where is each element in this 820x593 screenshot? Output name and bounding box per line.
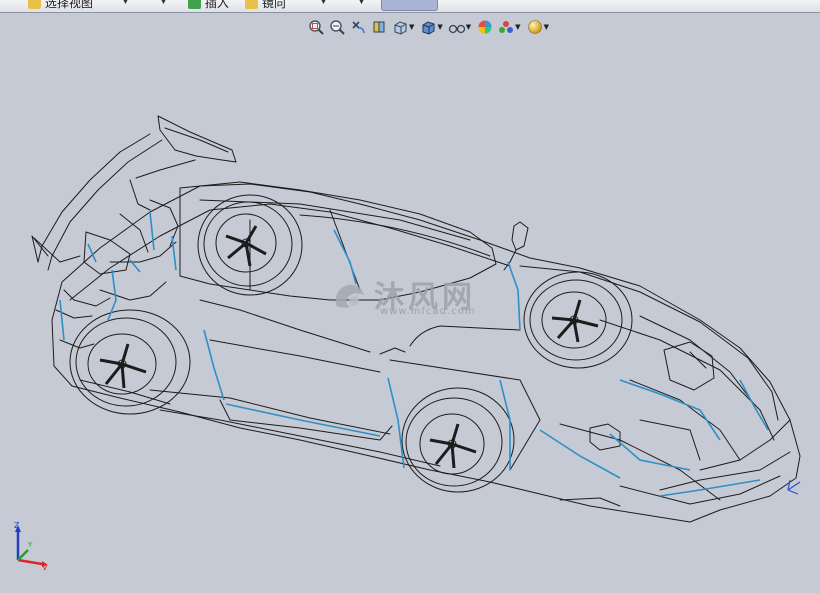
view-settings-icon[interactable] [526, 18, 544, 36]
chevron-down-icon[interactable]: ▼ [358, 0, 365, 6]
chevron-down-icon[interactable]: ▼ [160, 0, 167, 6]
edit-appearance-icon[interactable] [476, 18, 494, 36]
x-axis-arrow [17, 558, 43, 566]
zoom-to-area-icon[interactable] [328, 18, 346, 36]
z-axis-label: Z [14, 521, 20, 530]
previous-view-icon[interactable] [349, 18, 367, 36]
x-axis-label: X [42, 565, 48, 570]
display-style-icon[interactable] [419, 18, 437, 36]
front-bottom-wheel [401, 387, 515, 493]
command-ribbon: 选择视图 ▼ ▼ 插入 镜向 ▼ ▼ [0, 0, 820, 13]
insert-icon [188, 0, 201, 9]
ribbon-item-mirror[interactable]: 镜向 [245, 0, 286, 11]
ribbon-item-insert[interactable]: 插入 [188, 0, 229, 11]
heads-up-view-toolbar: ▼ ▼ ▼ ▼ ▼ [307, 16, 551, 38]
origin-marker [787, 479, 801, 495]
y-axis-label: Y [27, 541, 33, 549]
chevron-down-icon[interactable]: ▼ [122, 0, 129, 6]
folder-icon [28, 0, 41, 9]
watermark-url: www.mfcad.com [380, 306, 476, 317]
chevron-down-icon[interactable]: ▼ [320, 0, 327, 6]
chevron-down-icon[interactable]: ▼ [544, 23, 549, 31]
zoom-to-fit-icon[interactable] [307, 18, 325, 36]
apply-scene-icon[interactable] [497, 18, 515, 36]
reference-triad: X Y Z [8, 520, 52, 574]
ribbon-item-select-view[interactable]: 选择视图 [28, 0, 93, 11]
chevron-down-icon[interactable]: ▼ [437, 23, 442, 31]
chevron-down-icon[interactable]: ▼ [466, 23, 471, 31]
front-top-wheel [523, 271, 633, 369]
chevron-down-icon[interactable]: ▼ [409, 23, 414, 31]
y-axis-arrow [17, 549, 29, 561]
section-view-icon[interactable] [370, 18, 388, 36]
hide-show-items-icon[interactable] [448, 18, 466, 36]
active-tab[interactable] [381, 0, 438, 11]
chevron-down-icon[interactable]: ▼ [515, 23, 520, 31]
rear-bottom-wheel [69, 309, 191, 415]
view-orientation-icon[interactable] [391, 18, 409, 36]
mirror-icon [245, 0, 258, 9]
